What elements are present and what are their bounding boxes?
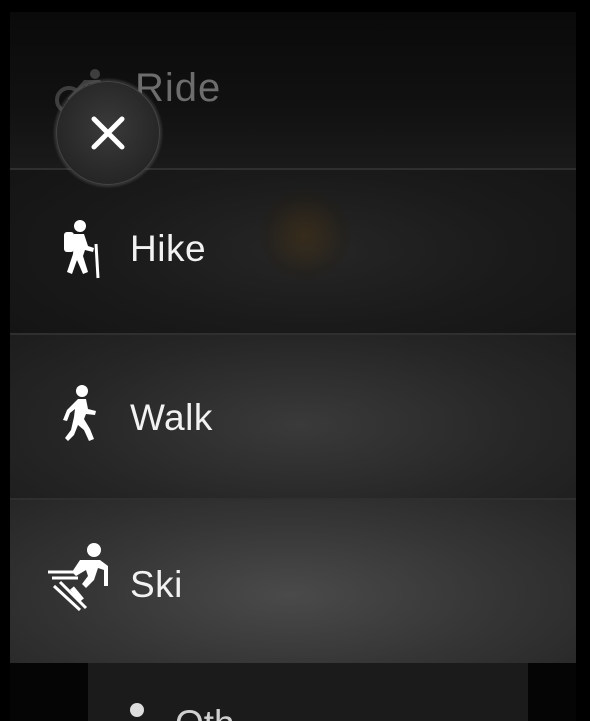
other-icon	[130, 703, 144, 717]
menu-item-ski[interactable]: Ski	[10, 498, 576, 665]
menu-item-label: Hike	[130, 228, 207, 269]
walk-icon	[50, 383, 114, 447]
menu-item-label: Ski	[130, 564, 183, 605]
menu-item-background	[88, 663, 528, 721]
close-button[interactable]	[56, 81, 160, 185]
menu-item-label: Walk	[130, 397, 213, 438]
menu-item-label: Oth	[175, 703, 235, 721]
menu-item-hike[interactable]: Hike	[10, 168, 576, 333]
hike-icon	[50, 218, 114, 282]
close-icon	[91, 116, 125, 150]
ski-icon	[42, 542, 122, 612]
app-frame: Ride Hike Walk Ski	[0, 0, 590, 721]
menu-item-walk[interactable]: Walk	[10, 333, 576, 498]
menu-item-other[interactable]: Oth	[10, 663, 576, 721]
activity-menu: Ride Hike Walk Ski	[10, 12, 576, 721]
background-glow	[260, 190, 350, 280]
